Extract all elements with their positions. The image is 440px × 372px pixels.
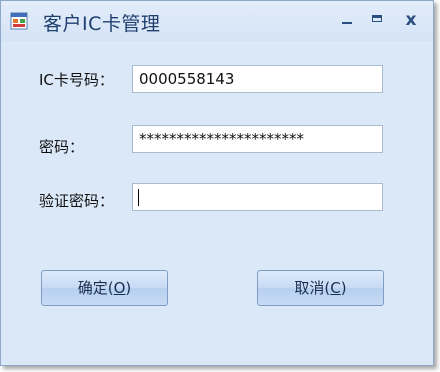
card-number-label: IC卡号码： [39, 71, 114, 89]
cancel-button-label: 取消( [294, 279, 331, 297]
text-caret [138, 189, 139, 206]
title-bar[interactable]: 客户IC卡管理 x [1, 1, 433, 41]
password-input[interactable]: ********************** [132, 125, 383, 153]
cancel-button-hotkey: C [330, 279, 341, 297]
app-form-icon [10, 12, 28, 30]
window-title: 客户IC卡管理 [43, 13, 161, 35]
ok-button-label: 确定( [77, 279, 114, 297]
minimize-button[interactable] [336, 9, 358, 31]
ok-button-hotkey: O [113, 279, 126, 297]
password-label: 密码： [39, 138, 85, 156]
dialog-window: 客户IC卡管理 x IC卡号码： 0000558143 密码： ********… [0, 0, 434, 366]
card-number-input[interactable]: 0000558143 [132, 65, 383, 93]
ok-button[interactable]: 确定(O) [41, 270, 168, 306]
cancel-button[interactable]: 取消(C) [257, 270, 384, 306]
ok-button-suffix: ) [125, 279, 132, 297]
verify-password-input[interactable] [132, 183, 383, 211]
close-button[interactable]: x [400, 9, 422, 31]
maximize-button[interactable] [367, 9, 389, 31]
verify-password-label: 验证密码： [39, 192, 115, 210]
cancel-button-suffix: ) [340, 279, 347, 297]
